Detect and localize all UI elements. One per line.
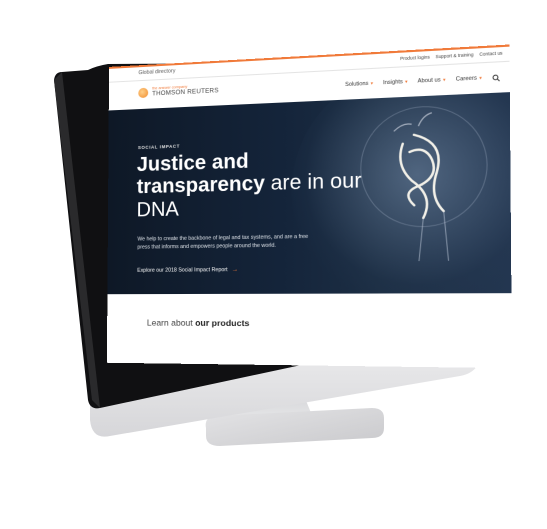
hero-eyebrow: SOCIAL IMPACT <box>137 143 180 151</box>
nav-item-careers[interactable]: Careers ▾ <box>456 75 482 83</box>
arrow-right-icon: → <box>231 266 239 274</box>
logo-mark <box>138 87 149 99</box>
nav-item-about-us[interactable]: About us ▾ <box>418 77 446 85</box>
product-logins-link[interactable]: Product logins <box>400 54 430 61</box>
products-section: Learn about our products <box>106 293 513 369</box>
chevron-down-icon: ▾ <box>370 80 374 86</box>
global-directory-link[interactable]: Global directory <box>138 68 175 76</box>
nav-items: Solutions ▾ Insights ▾ About us ▾ Career… <box>345 75 482 88</box>
chevron-down-icon: ▾ <box>442 76 446 83</box>
social-impact-report-link[interactable]: Explore our 2018 Social Impact Report → <box>137 267 238 274</box>
logo[interactable]: the answer company THOMSON REUTERS <box>138 84 219 99</box>
products-heading: Learn about our products <box>146 317 250 329</box>
utility-links: Product logins Support & training Contac… <box>400 50 502 61</box>
support-training-link[interactable]: Support & training <box>435 52 473 59</box>
monitor-mockup: Global directory Product logins Support … <box>0 0 547 529</box>
nav-item-solutions[interactable]: Solutions ▾ <box>345 80 373 88</box>
hero-description: We help to create the backbone of legal … <box>137 233 309 251</box>
chevron-down-icon: ▾ <box>405 78 408 85</box>
nav-item-insights[interactable]: Insights ▾ <box>383 79 408 87</box>
hero-banner: SOCIAL IMPACT Justice and transparency a… <box>107 92 512 295</box>
contact-us-link[interactable]: Contact us <box>479 50 502 57</box>
website-screen: Global directory Product logins Support … <box>106 44 513 369</box>
logo-name: THOMSON REUTERS <box>152 86 219 98</box>
search-icon[interactable] <box>492 74 500 82</box>
hero-headline: Justice and transparency are in our DNA <box>136 150 362 222</box>
chevron-down-icon: ▾ <box>479 75 482 81</box>
